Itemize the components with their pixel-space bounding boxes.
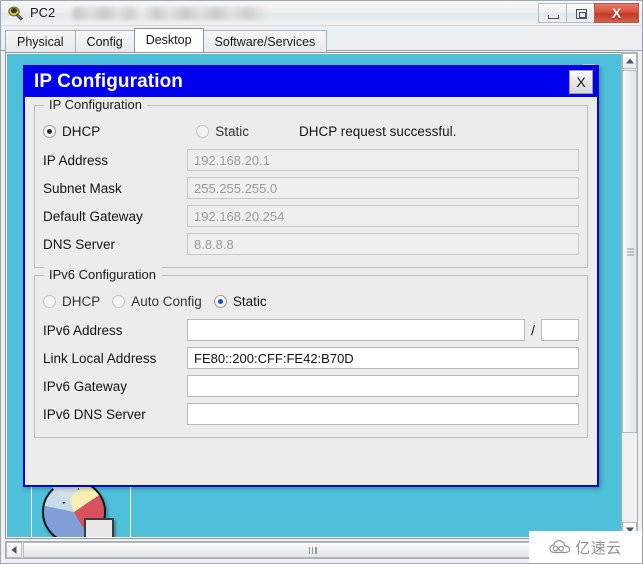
tab-desktop[interactable]: Desktop (133, 28, 204, 52)
ip-address-input[interactable]: 192.168.20.1 (187, 149, 579, 171)
window-titlebar: PC2 X (1, 1, 642, 26)
vertical-scrollbar-thumb[interactable] (622, 70, 637, 433)
redacted-title-text (70, 7, 270, 20)
tab-software-services[interactable]: Software/Services (202, 30, 328, 52)
horizontal-scrollbar-thumb[interactable] (23, 542, 603, 558)
radio-ipv4-static[interactable]: Static (196, 124, 249, 139)
radio-ipv6-static-label: Static (232, 293, 267, 309)
document-page-icon (84, 518, 114, 537)
maximize-icon (576, 9, 587, 19)
ipv6-group-inner: DHCP Auto Config Static IPv6 Address / L… (35, 276, 587, 437)
ipv4-mode-row: DHCP Static DHCP request successful. (43, 119, 579, 143)
ipv6-dns-server-label: IPv6 DNS Server (43, 406, 146, 422)
maximize-button[interactable] (566, 3, 595, 23)
field-ipv6-address: IPv6 Address / (43, 317, 579, 343)
watermark-text: 亿速云 (575, 538, 622, 557)
radio-ipv4-dhcp[interactable]: DHCP (43, 124, 100, 139)
close-window-button[interactable]: X (594, 3, 639, 23)
dns-server-label: DNS Server (43, 236, 116, 252)
radio-ipv6-auto-config-label: Auto Config (131, 293, 202, 309)
triangle-up-icon (625, 58, 634, 64)
tab-config[interactable]: Config (74, 30, 135, 52)
ip-configuration-dialog: IP Configuration X IP Configuration DHCP (23, 65, 599, 487)
ipv6-address-label: IPv6 Address (43, 322, 123, 338)
minimize-icon (548, 15, 559, 19)
ipv4-group-legend: IP Configuration (44, 97, 147, 112)
triangle-left-icon (11, 546, 17, 554)
vertical-scrollbar[interactable] (621, 52, 638, 539)
grip-icon (627, 248, 634, 255)
ip-address-label: IP Address (43, 152, 109, 168)
pc-device-icon (7, 4, 24, 21)
desktop-pane: or IP Configuration X IP Configuration (5, 52, 623, 539)
radio-ipv6-auto-config-indicator (112, 294, 126, 308)
ipv6-gateway-label: IPv6 Gateway (43, 378, 128, 394)
ipv6-group-legend: IPv6 Configuration (44, 267, 161, 282)
ipv6-dns-server-input[interactable] (187, 403, 579, 425)
default-gateway-label: Default Gateway (43, 208, 143, 224)
radio-ipv6-dhcp-indicator (43, 294, 56, 308)
scroll-up-button[interactable] (622, 53, 637, 69)
packet-tracer-device-window: PC2 X Physical Config Desktop Software/S… (0, 0, 643, 564)
window-title: PC2 (30, 5, 56, 20)
ipv6-gateway-input[interactable] (187, 375, 579, 397)
tab-physical[interactable]: Physical (5, 30, 76, 52)
field-subnet-mask: Subnet Mask 255.255.255.0 (43, 175, 579, 201)
ipv4-group-inner: DHCP Static DHCP request successful. IP … (35, 106, 587, 267)
radio-ipv6-static[interactable]: Static (213, 293, 267, 309)
dialog-title: IP Configuration (34, 71, 184, 92)
dialog-body: IP Configuration DHCP Static DHCP reques… (25, 97, 597, 485)
window-controls: X (538, 3, 639, 23)
field-link-local-address: Link Local Address FE80::200:CFF:FE42:B7… (43, 345, 579, 371)
dns-server-input[interactable]: 8.8.8.8 (187, 233, 579, 255)
subnet-mask-input[interactable]: 255.255.255.0 (187, 177, 579, 199)
radio-ipv4-dhcp-label: DHCP (62, 123, 101, 139)
prefix-separator: / (531, 322, 535, 338)
grip-icon (309, 547, 317, 554)
radio-ipv6-static-indicator (213, 294, 227, 308)
cloud-icon (549, 539, 571, 555)
ipv4-configuration-group: IP Configuration DHCP Static DHCP reques… (34, 97, 588, 268)
radio-ipv4-static-indicator (196, 124, 210, 138)
ipv6-configuration-group: IPv6 Configuration DHCP Auto Config Stat… (34, 267, 588, 438)
dhcp-status-message: DHCP request successful. (299, 123, 457, 139)
minimize-button[interactable] (538, 3, 567, 23)
radio-ipv4-static-label: Static (215, 123, 250, 139)
ipv6-address-input[interactable] (187, 319, 526, 341)
radio-ipv6-dhcp[interactable]: DHCP (43, 294, 100, 309)
dialog-titlebar: IP Configuration X (25, 67, 597, 97)
radio-ipv6-auto-config[interactable]: Auto Config (112, 294, 202, 309)
radio-ipv6-dhcp-label: DHCP (62, 293, 101, 309)
close-icon: X (611, 5, 622, 21)
field-ipv6-dns-server: IPv6 DNS Server (43, 401, 579, 427)
tab-list: Physical Config Desktop Software/Service… (5, 28, 328, 52)
field-default-gateway: Default Gateway 192.168.20.254 (43, 203, 579, 229)
dialog-close-button[interactable]: X (569, 70, 593, 94)
ipv6-prefix-length-input[interactable] (541, 319, 579, 341)
desktop-background: or IP Configuration X IP Configuration (7, 54, 621, 537)
field-dns-server: DNS Server 8.8.8.8 (43, 231, 579, 257)
subnet-mask-label: Subnet Mask (43, 180, 122, 196)
field-ip-address: IP Address 192.168.20.1 (43, 147, 579, 173)
ipv6-mode-row: DHCP Auto Config Static (43, 289, 579, 313)
default-gateway-input[interactable]: 192.168.20.254 (187, 205, 579, 227)
scroll-left-button[interactable] (6, 542, 22, 558)
field-ipv6-gateway: IPv6 Gateway (43, 373, 579, 399)
tab-strip: Physical Config Desktop Software/Service… (1, 26, 642, 52)
watermark: 亿速云 (529, 531, 642, 563)
link-local-address-label: Link Local Address (43, 350, 157, 366)
link-local-address-input[interactable]: FE80::200:CFF:FE42:B70D (187, 347, 579, 369)
radio-ipv4-dhcp-indicator (43, 124, 56, 138)
window-title-group: PC2 (7, 4, 55, 21)
